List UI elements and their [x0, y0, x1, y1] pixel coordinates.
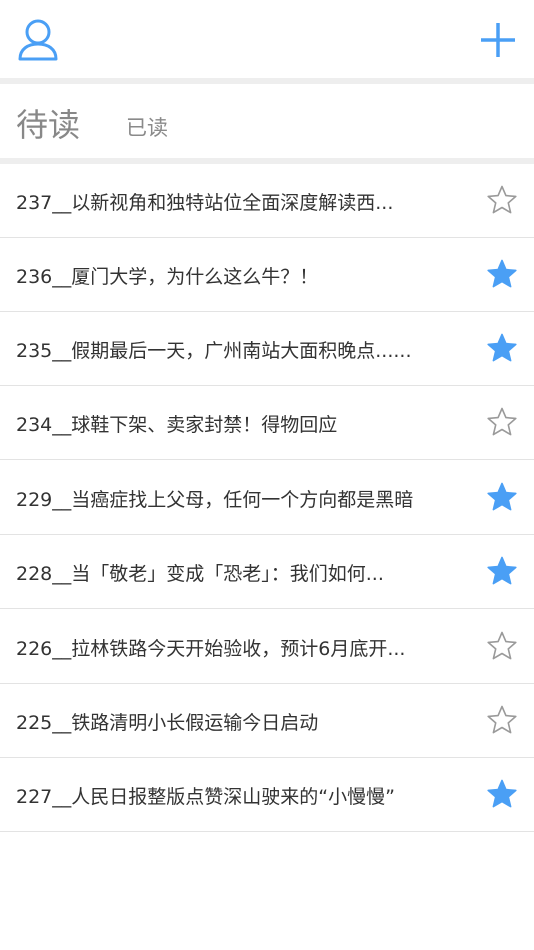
star-icon[interactable] [486, 258, 518, 290]
star-icon[interactable] [486, 630, 518, 662]
list-item[interactable]: 234__球鞋下架、卖家封禁！得物回应 [0, 386, 534, 460]
star-icon[interactable] [486, 778, 518, 810]
list-item[interactable]: 236__厦门大学，为什么这么牛？！ [0, 238, 534, 312]
list-item[interactable]: 228__当「敬老」变成「恐老」：我们如何... [0, 535, 534, 609]
star-icon[interactable] [486, 481, 518, 513]
tab-bar: 待读 已读 [0, 86, 534, 158]
list-item-title: 234__球鞋下架、卖家封禁！得物回应 [16, 414, 338, 436]
list-item-title: 237__以新视角和独特站位全面深度解读西... [16, 192, 394, 214]
star-icon[interactable] [486, 555, 518, 587]
list-item[interactable]: 227__人民日报整版点赞深山驶来的“小慢慢” [0, 758, 534, 832]
list-item-title: 229__当癌症找上父母，任何一个方向都是黑暗 [16, 489, 414, 511]
add-button[interactable] [478, 20, 518, 60]
list-item-title: 226__拉林铁路今天开始验收，预计6月底开... [16, 638, 406, 660]
list-item[interactable]: 229__当癌症找上父母，任何一个方向都是黑暗 [0, 461, 534, 535]
list-item[interactable]: 235__假期最后一天，广州南站大面积晚点...... [0, 312, 534, 386]
tab-read[interactable]: 已读 [126, 112, 168, 142]
list-item-title: 225__铁路清明小长假运输今日启动 [16, 712, 319, 734]
star-icon[interactable] [486, 704, 518, 736]
star-icon[interactable] [486, 406, 518, 438]
list-item-title: 236__厦门大学，为什么这么牛？！ [16, 266, 319, 288]
list-item-title: 228__当「敬老」变成「恐老」：我们如何... [16, 563, 384, 585]
list-item-title: 227__人民日报整版点赞深山驶来的“小慢慢” [16, 786, 395, 808]
top-bar [0, 0, 534, 80]
star-icon[interactable] [486, 332, 518, 364]
header-divider [0, 78, 534, 84]
list-item[interactable]: 237__以新视角和独特站位全面深度解读西... [0, 164, 534, 238]
plus-icon [481, 23, 515, 57]
tab-unread[interactable]: 待读 [16, 100, 80, 146]
star-icon[interactable] [486, 184, 518, 216]
user-icon[interactable] [14, 16, 62, 64]
list-item[interactable]: 226__拉林铁路今天开始验收，预计6月底开... [0, 610, 534, 684]
list-item-title: 235__假期最后一天，广州南站大面积晚点...... [16, 340, 412, 362]
list-item[interactable]: 225__铁路清明小长假运输今日启动 [0, 684, 534, 758]
